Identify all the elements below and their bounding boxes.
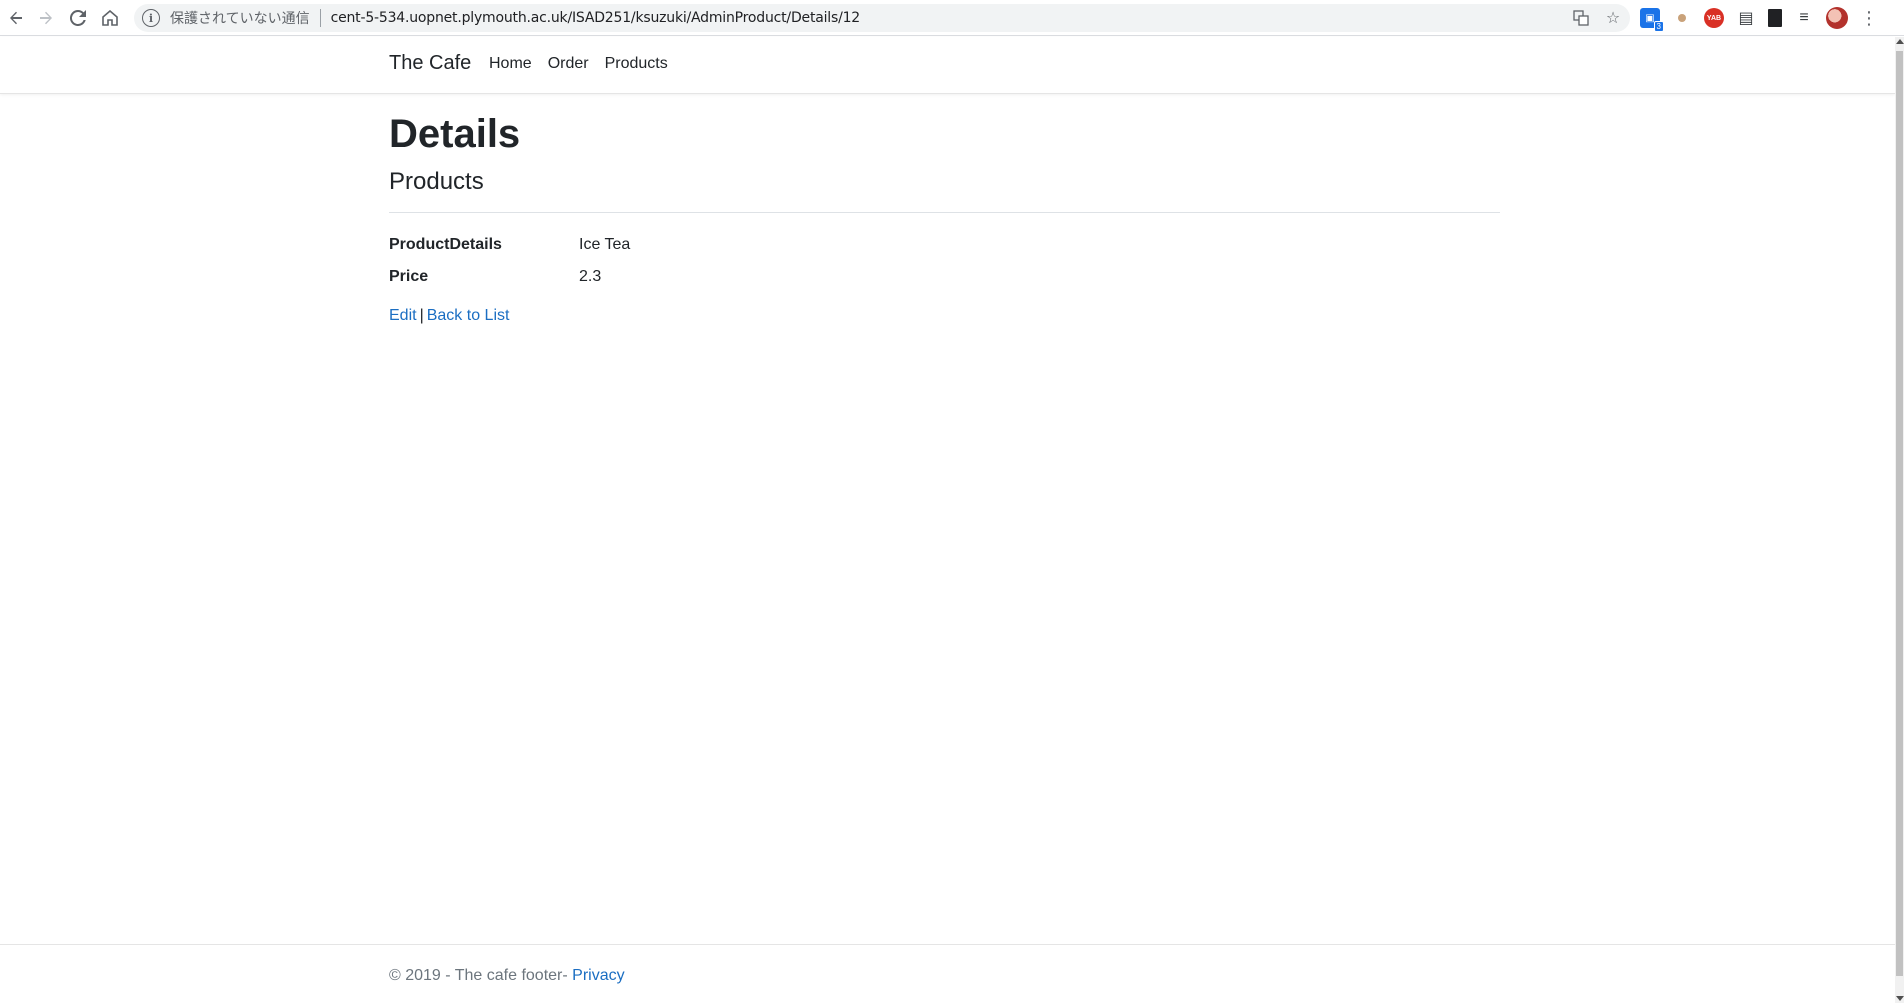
reload-button[interactable]	[62, 2, 94, 34]
site-header: The Cafe Home Order Products	[0, 37, 1895, 94]
main-content: Details Products ProductDetails Ice Tea …	[389, 110, 1500, 325]
extensions-area: ▣ 3 YAB ▤ ≡ ⋮	[1640, 6, 1878, 32]
back-button[interactable]	[0, 2, 32, 34]
bookmark-extension-icon[interactable]	[1768, 9, 1782, 27]
star-icon[interactable]: ☆	[1604, 9, 1622, 27]
page-subtitle: Products	[389, 168, 484, 195]
url-text[interactable]: cent-5-534.uopnet.plymouth.ac.uk/ISAD251…	[331, 10, 861, 26]
extension-icon[interactable]: ▣ 3	[1640, 8, 1664, 32]
divider	[389, 212, 1500, 213]
brand-link[interactable]: The Cafe	[389, 52, 471, 75]
detail-value: Ice Tea	[579, 236, 631, 253]
reload-icon	[70, 10, 86, 26]
profile-avatar[interactable]	[1826, 7, 1848, 29]
yab-extension-icon[interactable]: YAB	[1704, 8, 1724, 28]
omnibox-actions: ☆	[1572, 4, 1622, 32]
detail-label: Price	[389, 268, 429, 285]
detail-label: ProductDetails	[389, 236, 502, 253]
nav-home-link[interactable]: Home	[489, 55, 532, 73]
extension-badge: 3	[1653, 21, 1664, 32]
reading-list-icon[interactable]: ≡	[1794, 8, 1814, 28]
detail-row-productdetails: ProductDetails Ice Tea	[389, 229, 1500, 261]
footer-text: © 2019 - The cafe footer- Privacy	[389, 967, 625, 985]
address-bar[interactable]: i 保護されていない通信 cent-5-534.uopnet.plymouth.…	[134, 4, 1630, 32]
detail-value: 2.3	[579, 268, 602, 285]
edit-link[interactable]: Edit	[389, 307, 417, 324]
page-title: Details	[389, 112, 521, 156]
arrow-left-icon	[10, 11, 22, 25]
footer-copyright: © 2019 - The cafe footer-	[389, 967, 568, 984]
scrollbar-thumb[interactable]	[1896, 51, 1903, 976]
document-extension-icon[interactable]: ▤	[1736, 8, 1756, 28]
detail-row-price: Price 2.3	[389, 261, 1500, 293]
security-status: 保護されていない通信	[170, 11, 310, 27]
extension-dot-icon[interactable]	[1672, 8, 1692, 28]
arrow-right-icon	[40, 11, 52, 25]
forward-button[interactable]	[30, 2, 62, 34]
home-icon	[102, 10, 118, 26]
scroll-up-arrow-icon[interactable]	[1896, 39, 1904, 44]
browser-menu-icon[interactable]: ⋮	[1860, 8, 1878, 29]
link-separator: |	[419, 307, 424, 324]
scroll-down-arrow-icon[interactable]	[1896, 996, 1904, 1001]
site-footer: © 2019 - The cafe footer- Privacy	[0, 944, 1895, 1003]
privacy-link[interactable]: Privacy	[572, 967, 624, 984]
vertical-scrollbar[interactable]	[1895, 37, 1904, 1003]
nav-order-link[interactable]: Order	[548, 55, 589, 73]
divider	[319, 9, 321, 27]
main-nav: Home Order Products	[489, 55, 668, 73]
nav-products-link[interactable]: Products	[605, 55, 668, 73]
details-list: ProductDetails Ice Tea Price 2.3	[389, 229, 1500, 293]
actions-bar: Edit | Back to List	[389, 307, 1500, 325]
browser-toolbar: i 保護されていない通信 cent-5-534.uopnet.plymouth.…	[0, 0, 1904, 36]
home-button[interactable]	[94, 2, 126, 34]
info-icon[interactable]: i	[142, 9, 160, 27]
back-to-list-link[interactable]: Back to List	[427, 307, 510, 324]
translate-icon[interactable]	[1572, 9, 1590, 27]
